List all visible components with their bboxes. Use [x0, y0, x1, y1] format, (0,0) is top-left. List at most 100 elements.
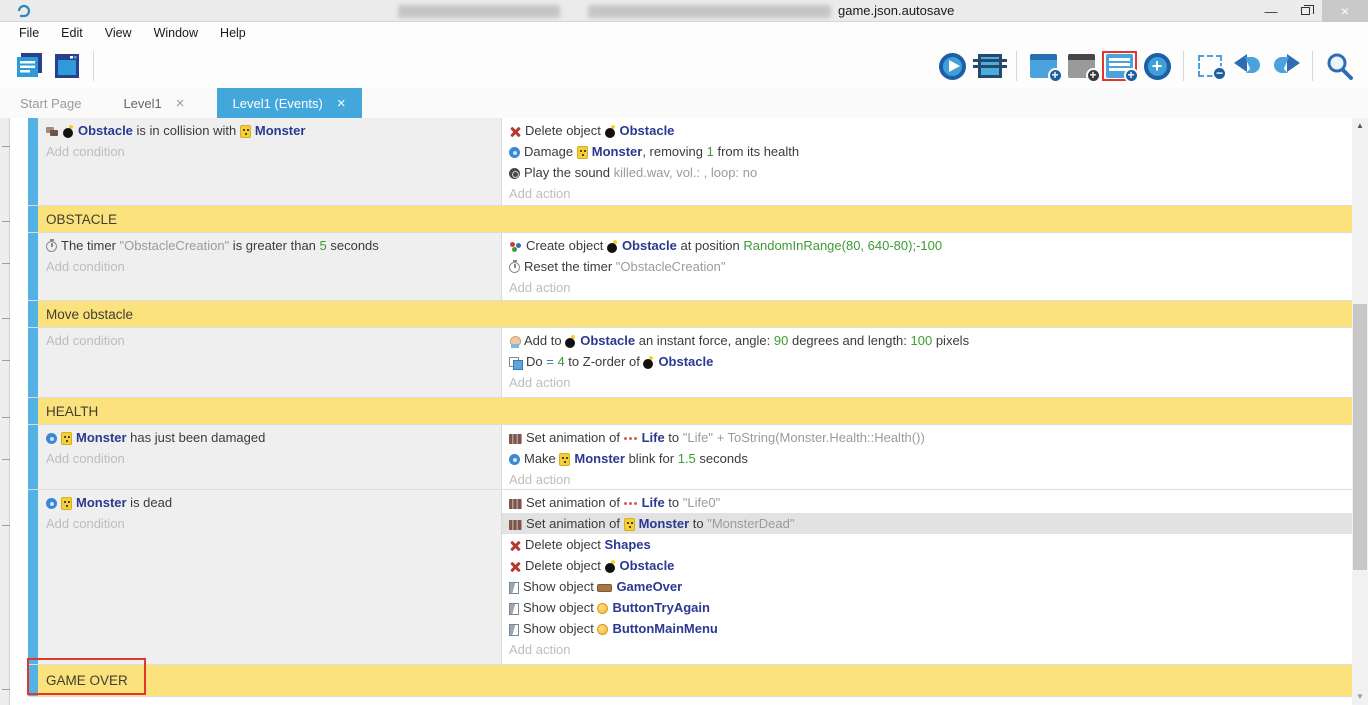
text-segment: to Z-order of: [565, 354, 644, 369]
event-selection-bar[interactable]: [28, 118, 38, 205]
add-condition-link[interactable]: Add condition: [44, 513, 497, 534]
add-action-link[interactable]: Add action: [502, 372, 1352, 393]
event-selection-bar[interactable]: [28, 398, 38, 424]
conditions-cell[interactable]: Add condition: [38, 328, 502, 397]
add-scene-button[interactable]: +: [1024, 47, 1062, 85]
action-line[interactable]: Show object ButtonMainMenu: [502, 618, 1352, 639]
comment-banner[interactable]: HEALTH: [38, 398, 1352, 424]
condition-line[interactable]: Monster has just been damaged: [44, 427, 497, 448]
project-manager-button[interactable]: [10, 47, 48, 85]
actions-cell[interactable]: Set animation of Life to "Life" + ToStri…: [502, 425, 1352, 489]
actions-cell[interactable]: Set animation of Life to "Life0"Set anim…: [502, 490, 1352, 664]
close-tab-icon[interactable]: ×: [337, 95, 346, 112]
undo-button[interactable]: [1229, 47, 1267, 85]
action-line[interactable]: Make Monster blink for 1.5 seconds: [502, 448, 1352, 469]
redacted-title-text: [588, 5, 831, 18]
actions-cell[interactable]: Add to Obstacle an instant force, angle:…: [502, 328, 1352, 397]
comment-banner-row: OBSTACLE: [28, 206, 1352, 233]
event-selection-bar[interactable]: [28, 328, 38, 397]
condition-line[interactable]: The timer "ObstacleCreation" is greater …: [44, 235, 497, 256]
comment-banner[interactable]: Move obstacle: [38, 301, 1352, 327]
add-action-link[interactable]: Add action: [502, 639, 1352, 660]
object-link: Shapes: [605, 537, 651, 552]
show-icon: [509, 624, 519, 636]
preview-play-button[interactable]: [933, 47, 971, 85]
action-line[interactable]: Damage Monster, removing 1 from its heal…: [502, 141, 1352, 162]
conditions-cell[interactable]: Monster has just been damagedAdd conditi…: [38, 425, 502, 489]
action-line[interactable]: Reset the timer "ObstacleCreation": [502, 256, 1352, 277]
vertical-scrollbar[interactable]: ▲ ▼: [1352, 118, 1368, 705]
tab-level1[interactable]: Level1×: [107, 88, 200, 118]
action-line[interactable]: Delete object Obstacle: [502, 555, 1352, 576]
remove-external-button[interactable]: −: [1191, 47, 1229, 85]
add-external-layout-button[interactable]: +: [1062, 47, 1100, 85]
bomb-icon: [565, 335, 576, 348]
menu-window[interactable]: Window: [143, 22, 209, 44]
add-action-link[interactable]: Add action: [502, 469, 1352, 490]
add-object-button[interactable]: +: [1138, 47, 1176, 85]
redo-icon: [1271, 53, 1301, 79]
event-selection-bar[interactable]: [28, 206, 38, 232]
restore-icon: [1301, 7, 1310, 15]
conditions-cell[interactable]: Obstacle is in collision with MonsterAdd…: [38, 118, 502, 205]
action-line[interactable]: Create object Obstacle at position Rando…: [502, 235, 1352, 256]
add-scene-icon: +: [1030, 54, 1057, 78]
action-line[interactable]: Add to Obstacle an instant force, angle:…: [502, 330, 1352, 351]
event-selection-bar[interactable]: [28, 425, 38, 489]
actions-cell[interactable]: Create object Obstacle at position Rando…: [502, 233, 1352, 300]
close-button[interactable]: ×: [1322, 0, 1368, 22]
condition-line[interactable]: Obstacle is in collision with Monster: [44, 120, 497, 141]
menu-file[interactable]: File: [8, 22, 50, 44]
add-condition-link[interactable]: Add condition: [44, 141, 497, 162]
conditions-cell[interactable]: Monster is deadAdd condition: [38, 490, 502, 664]
scroll-up-icon[interactable]: ▲: [1352, 118, 1368, 134]
restore-button[interactable]: [1288, 0, 1322, 22]
menu-view[interactable]: View: [94, 22, 143, 44]
tab-start-page[interactable]: Start Page: [10, 88, 91, 118]
condition-line[interactable]: Monster is dead: [44, 492, 497, 513]
action-line[interactable]: Delete object Shapes: [502, 534, 1352, 555]
object-link: Monster: [255, 123, 306, 138]
event-selection-bar[interactable]: [28, 490, 38, 664]
search-button[interactable]: [1320, 47, 1358, 85]
fold-tick: [2, 417, 10, 418]
comment-banner[interactable]: GAME OVER: [38, 665, 1352, 696]
event-selection-bar[interactable]: [28, 301, 38, 327]
window-title: game.json.autosave: [838, 3, 954, 18]
redo-button[interactable]: [1267, 47, 1305, 85]
comment-banner-row: HEALTH: [28, 398, 1352, 425]
add-condition-link[interactable]: Add condition: [44, 448, 497, 469]
menu-help[interactable]: Help: [209, 22, 257, 44]
conditions-cell[interactable]: The timer "ObstacleCreation" is greater …: [38, 233, 502, 300]
add-condition-link[interactable]: Add condition: [44, 256, 497, 277]
action-line[interactable]: Set animation of Life to "Life" + ToStri…: [502, 427, 1352, 448]
add-condition-link[interactable]: Add condition: [44, 330, 497, 351]
scroll-down-icon[interactable]: ▼: [1352, 689, 1368, 705]
debug-button[interactable]: [971, 47, 1009, 85]
actions-cell[interactable]: Delete object ObstacleDamage Monster, re…: [502, 118, 1352, 205]
menu-edit[interactable]: Edit: [50, 22, 94, 44]
object-link: Obstacle: [620, 558, 675, 573]
action-line[interactable]: Show object GameOver: [502, 576, 1352, 597]
close-tab-icon[interactable]: ×: [176, 95, 185, 112]
action-line[interactable]: Set animation of Monster to "MonsterDead…: [502, 513, 1352, 534]
scene-editor-button[interactable]: [48, 47, 86, 85]
minimize-button[interactable]: —: [1254, 0, 1288, 22]
damage-icon: [509, 147, 520, 158]
action-line[interactable]: Set animation of Life to "Life0": [502, 492, 1352, 513]
event-selection-bar[interactable]: [28, 233, 38, 300]
action-line[interactable]: Do = 4 to Z-order of Obstacle: [502, 351, 1352, 372]
tab-level1-events[interactable]: Level1 (Events)×: [217, 88, 362, 118]
text-segment: killed.wav, vol.: , loop: no: [614, 165, 758, 180]
add-action-link[interactable]: Add action: [502, 277, 1352, 298]
comment-banner[interactable]: OBSTACLE: [38, 206, 1352, 232]
scrollbar-thumb[interactable]: [1353, 304, 1367, 570]
event-selection-bar[interactable]: [28, 665, 38, 696]
text-segment: Create object: [526, 238, 607, 253]
add-external-events-button[interactable]: +: [1100, 47, 1138, 85]
fold-tick: [2, 689, 10, 690]
add-action-link[interactable]: Add action: [502, 183, 1352, 204]
action-line[interactable]: Delete object Obstacle: [502, 120, 1352, 141]
action-line[interactable]: Play the sound killed.wav, vol.: , loop:…: [502, 162, 1352, 183]
action-line[interactable]: Show object ButtonTryAgain: [502, 597, 1352, 618]
